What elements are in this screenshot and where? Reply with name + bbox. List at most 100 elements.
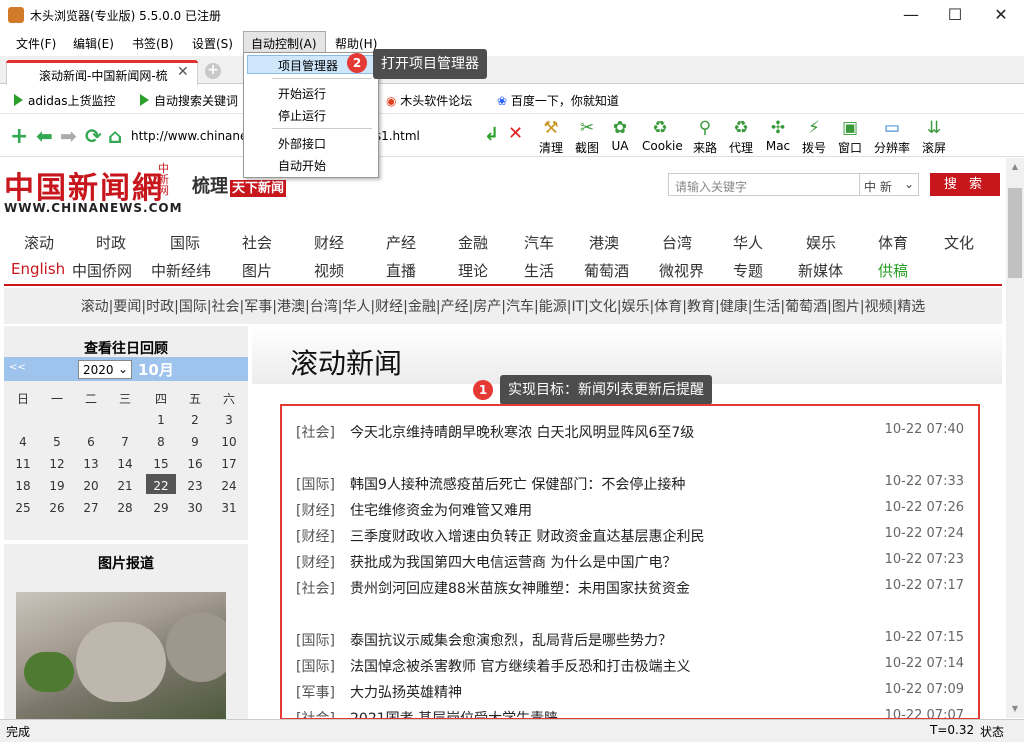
news-headline[interactable]: 大力弘扬英雄精神	[350, 682, 462, 702]
nav-link[interactable]: 文化	[944, 232, 974, 253]
nav-link[interactable]: 娱乐	[806, 232, 836, 253]
favorite-adidas[interactable]: adidas上货监控	[14, 92, 116, 109]
calendar-day[interactable]: 14	[108, 457, 142, 471]
news-headline[interactable]: 泰国抗议示威集会愈演愈烈，乱局背后是哪些势力？	[350, 630, 672, 650]
calendar-day[interactable]: 12	[40, 457, 74, 471]
nav-link[interactable]: 中国侨网	[72, 260, 132, 281]
tool-screenshot-button[interactable]: ✂ 截图	[569, 118, 605, 156]
calendar-day[interactable]: 20	[74, 479, 108, 493]
news-headline[interactable]: 韩国9人接种流感疫苗后死亡 保健部门：不会停止接种	[350, 474, 685, 494]
news-row[interactable]: [军事] 大力弘扬英雄精神 10-22 07:09	[296, 682, 964, 702]
calendar-prev-button[interactable]: <<	[9, 362, 26, 373]
refresh-icon[interactable]: ⟳	[85, 124, 102, 148]
nav-link[interactable]: 葡萄酒	[584, 260, 629, 281]
news-row[interactable]: [社会] 今天北京维持晴朗早晚秋寒浓 白天北风明显阵风6至7级 10-22 07:4…	[296, 422, 964, 442]
scroll-up-icon[interactable]: ▲	[1006, 162, 1024, 176]
favorite-baidu[interactable]: ❀ 百度一下，你就知道	[497, 92, 619, 109]
news-row[interactable]: [财经] 三季度财政收入增速由负转正 财政资金直达基层惠企利民 10-22 07:2…	[296, 526, 964, 546]
calendar-day[interactable]: 22	[144, 479, 178, 493]
add-icon[interactable]: +	[10, 124, 28, 149]
news-headline[interactable]: 贵州剑河回应建88米苗族女神雕塑：未用国家扶贫资金	[350, 578, 690, 598]
calendar-day[interactable]: 23	[178, 479, 212, 493]
news-row[interactable]: [国际] 韩国9人接种流感疫苗后死亡 保健部门：不会停止接种 10-22 07:33	[296, 474, 964, 494]
site-search-select[interactable]: 中 新 ⌄	[860, 173, 919, 196]
calendar-day[interactable]: 9	[178, 435, 212, 449]
nav-link[interactable]: 产经	[386, 232, 416, 253]
nav-link[interactable]: 视频	[314, 260, 344, 281]
nav-link[interactable]: 微视界	[659, 260, 704, 281]
nav-link[interactable]: 台湾	[662, 232, 692, 253]
nav-link[interactable]: 中新经纬	[151, 260, 211, 281]
menu-item-start[interactable]: 开始运行	[278, 85, 326, 102]
news-headline[interactable]: 三季度财政收入增速由负转正 财政资金直达基层惠企利民	[350, 526, 704, 546]
maximize-button[interactable]: ☐	[932, 0, 978, 30]
menu-edit[interactable]: 编辑(E)	[71, 35, 116, 52]
tool-referrer-button[interactable]: ⚲ 来路	[687, 118, 723, 156]
site-search-input[interactable]: 请输入关键字	[668, 173, 860, 196]
subnav-links[interactable]: 滚动|要闻|时政|国际|社会|军事|港澳|台湾|华人|财经|金融|产经|房产|汽…	[4, 296, 1002, 316]
tool-proxy-button[interactable]: ♻ 代理	[723, 118, 759, 156]
calendar-day[interactable]: 21	[108, 479, 142, 493]
scroll-down-icon[interactable]: ▼	[1006, 704, 1024, 718]
nav-link[interactable]: 生活	[524, 260, 554, 281]
site-search-button[interactable]: 搜 索	[930, 173, 1000, 196]
nav-link[interactable]: 时政	[96, 232, 126, 253]
calendar-day[interactable]: 27	[74, 501, 108, 515]
calendar-day[interactable]: 25	[6, 501, 40, 515]
close-button[interactable]: ✕	[978, 0, 1024, 30]
news-headline[interactable]: 法国悼念被杀害教师 官方继续着手反恐和打击极端主义	[350, 656, 690, 676]
news-category[interactable]: [社会]	[296, 708, 335, 718]
nav-link-supply[interactable]: 供稿	[878, 260, 908, 281]
favorite-keyword[interactable]: 自动搜索关键词	[140, 92, 238, 109]
tool-scroll-button[interactable]: ⇊ 滚屏	[916, 118, 952, 156]
nav-link[interactable]: 汽车	[524, 232, 554, 253]
news-row[interactable]: [财经] 获批成为我国第四大电信运营商 为什么是中国广电？ 10-22 07:23	[296, 552, 964, 572]
favorite-forum[interactable]: ◉ 木头软件论坛	[386, 92, 472, 109]
back-icon[interactable]: ⬅	[36, 124, 53, 148]
koala-photo[interactable]	[16, 592, 226, 720]
calendar-day[interactable]: 5	[40, 435, 74, 449]
calendar-day[interactable]: 1	[144, 413, 178, 427]
calendar-day[interactable]: 16	[178, 457, 212, 471]
news-category[interactable]: [社会]	[296, 422, 335, 442]
tool-ua-button[interactable]: ✿ UA	[602, 118, 638, 153]
calendar-day[interactable]: 10	[212, 435, 246, 449]
stop-icon[interactable]: ✕	[508, 123, 523, 144]
news-row[interactable]: [社会] 贵州剑河回应建88米苗族女神雕塑：未用国家扶贫资金 10-22 07:17	[296, 578, 964, 598]
tab-active[interactable]: 滚动新闻-中国新闻网-梳 ✕	[6, 60, 198, 85]
calendar-day[interactable]: 15	[144, 457, 178, 471]
menu-item-project-manager[interactable]: 项目管理器	[278, 57, 338, 74]
new-tab-icon[interactable]: +	[205, 63, 221, 79]
calendar-day[interactable]: 18	[6, 479, 40, 493]
tool-mac-button[interactable]: ✣ Mac	[760, 118, 796, 153]
menu-file[interactable]: 文件(F)	[14, 35, 58, 52]
news-row[interactable]: [国际] 法国悼念被杀害教师 官方继续着手反恐和打击极端主义 10-22 07:14	[296, 656, 964, 676]
news-category[interactable]: [国际]	[296, 474, 335, 494]
calendar-day[interactable]: 13	[74, 457, 108, 471]
nav-link[interactable]: 金融	[458, 232, 488, 253]
news-category[interactable]: [国际]	[296, 630, 335, 650]
nav-link[interactable]: 直播	[386, 260, 416, 281]
news-headline[interactable]: 今天北京维持晴朗早晚秋寒浓 白天北风明显阵风6至7级	[350, 422, 694, 442]
calendar-day[interactable]: 28	[108, 501, 142, 515]
nav-link[interactable]: 港澳	[589, 232, 619, 253]
news-row[interactable]: [社会] 2021国考 基层岗位受大学生青睐 10-22 07:07	[296, 708, 964, 718]
news-headline[interactable]: 获批成为我国第四大电信运营商 为什么是中国广电？	[350, 552, 676, 572]
menu-item-stop[interactable]: 停止运行	[278, 107, 326, 124]
nav-link[interactable]: 国际	[170, 232, 200, 253]
minimize-button[interactable]: —	[888, 0, 934, 30]
menu-bookmarks[interactable]: 书签(B)	[130, 35, 176, 52]
calendar-day[interactable]: 24	[212, 479, 246, 493]
menu-item-auto-start[interactable]: 自动开始	[278, 157, 326, 174]
go-icon[interactable]: ↲	[484, 124, 499, 145]
calendar-day[interactable]: 4	[6, 435, 40, 449]
news-category[interactable]: [财经]	[296, 526, 335, 546]
calendar-day[interactable]: 6	[74, 435, 108, 449]
nav-link[interactable]: 财经	[314, 232, 344, 253]
nav-link[interactable]: 图片	[242, 260, 272, 281]
calendar-day[interactable]: 30	[178, 501, 212, 515]
calendar-day[interactable]: 29	[144, 501, 178, 515]
tool-resolution-button[interactable]: ▭ 分辨率	[870, 118, 914, 156]
tool-clean-button[interactable]: ⚒ 清理	[533, 118, 569, 156]
menu-help[interactable]: 帮助(H)	[333, 35, 379, 52]
